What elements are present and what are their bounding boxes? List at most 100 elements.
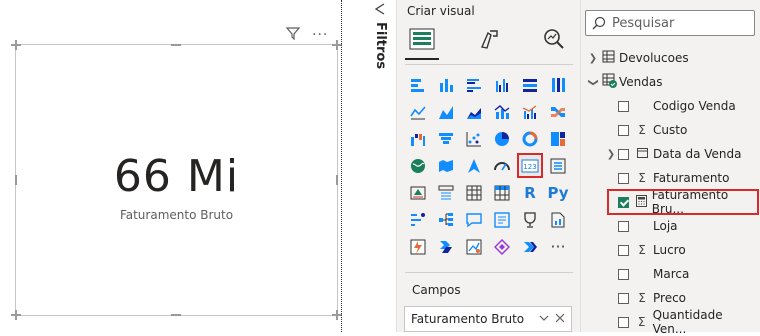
field-row[interactable]: ❯ Data da Venda xyxy=(586,142,758,166)
card-visual[interactable]: 66 Mi Faturamento Bruto xyxy=(11,40,342,320)
field-row[interactable]: Codigo Venda xyxy=(586,94,758,118)
field-checkbox[interactable] xyxy=(618,316,629,328)
search-icon xyxy=(592,16,606,30)
calendar-icon xyxy=(635,147,649,161)
field-checkbox[interactable] xyxy=(618,244,629,256)
funnel-icon[interactable] xyxy=(433,126,459,151)
resize-handle[interactable] xyxy=(15,310,17,320)
resize-handle[interactable] xyxy=(336,310,338,320)
field-row[interactable]: Σ Quantidade Ven... xyxy=(586,308,758,336)
power-automate-icon[interactable] xyxy=(433,234,459,259)
scatter-icon[interactable] xyxy=(461,126,487,151)
format-visual-tab[interactable] xyxy=(473,22,507,56)
table-icon xyxy=(602,50,615,66)
stacked-area-icon[interactable] xyxy=(461,99,487,124)
decomposition-tree-icon[interactable] xyxy=(433,207,459,232)
field-label: Codigo Venda xyxy=(653,99,736,113)
scorecard-icon[interactable] xyxy=(517,207,543,232)
more-visuals-icon[interactable]: ··· xyxy=(545,234,571,259)
sigma-icon: Σ xyxy=(638,171,646,185)
field-checkbox[interactable] xyxy=(618,268,629,280)
clustered-bar-icon[interactable] xyxy=(461,72,487,97)
field-checkbox-checked[interactable] xyxy=(618,196,629,208)
resize-handle[interactable] xyxy=(15,40,17,50)
waterfall-icon[interactable] xyxy=(405,126,431,151)
azure-map-icon[interactable] xyxy=(461,153,487,178)
close-icon[interactable] xyxy=(555,312,565,326)
power-apps-icon[interactable] xyxy=(405,234,431,259)
multi-row-card-icon[interactable] xyxy=(545,153,571,178)
field-checkbox[interactable] xyxy=(618,292,629,304)
python-visual-icon[interactable]: Py xyxy=(545,180,571,205)
map-icon[interactable] xyxy=(405,153,431,178)
line-clustered-icon[interactable] xyxy=(517,99,543,124)
chevron-down-icon[interactable]: ❯ xyxy=(588,75,599,89)
area-chart-icon[interactable] xyxy=(433,99,459,124)
field-row[interactable]: Σ Lucro xyxy=(586,238,758,262)
100-bar-icon[interactable] xyxy=(517,72,543,97)
resize-handle[interactable] xyxy=(336,175,338,185)
kpi-icon[interactable] xyxy=(405,180,431,205)
ribbon-chart-icon[interactable] xyxy=(545,99,571,124)
slicer-icon[interactable] xyxy=(433,180,459,205)
field-label: Marca xyxy=(653,267,690,281)
format-visual-icon xyxy=(481,30,498,49)
treemap-icon[interactable] xyxy=(545,126,571,151)
more-options-icon[interactable]: ··· xyxy=(312,27,328,43)
build-visual-tab[interactable] xyxy=(405,22,439,56)
sigma-icon: Σ xyxy=(638,123,646,137)
chevron-right-icon[interactable]: ❯ xyxy=(586,53,600,64)
matrix-icon[interactable] xyxy=(489,180,515,205)
field-checkbox[interactable] xyxy=(618,148,629,160)
field-row-selected[interactable]: Faturamento Bru... xyxy=(607,188,759,216)
resize-handle[interactable] xyxy=(171,44,181,46)
field-row[interactable]: Σ Custo xyxy=(586,118,758,142)
filled-map-icon[interactable] xyxy=(433,153,459,178)
card-icon[interactable]: 123 xyxy=(517,153,543,178)
field-row[interactable]: Loja xyxy=(586,214,758,238)
qa-icon[interactable] xyxy=(461,207,487,232)
field-row[interactable]: Σ Faturamento xyxy=(586,166,758,190)
diamond-icon[interactable] xyxy=(489,234,515,259)
chevron-right-icon[interactable]: ❯ xyxy=(604,149,618,160)
search-input[interactable]: Pesquisar xyxy=(585,10,755,36)
line-chart-icon[interactable] xyxy=(405,99,431,124)
field-checkbox[interactable] xyxy=(618,124,629,136)
resize-handle[interactable] xyxy=(15,175,17,185)
filter-visual-icon[interactable] xyxy=(285,26,301,43)
calculator-icon xyxy=(635,194,648,210)
field-checkbox[interactable] xyxy=(618,220,629,232)
chevron-down-icon[interactable] xyxy=(539,312,549,326)
campos-field-well[interactable]: Faturamento Bruto xyxy=(404,306,572,332)
resize-handle[interactable] xyxy=(336,40,338,50)
r-visual-icon[interactable]: R xyxy=(517,180,543,205)
gauge-icon[interactable] xyxy=(489,153,515,178)
field-checkbox[interactable] xyxy=(618,100,629,112)
key-influencers-icon[interactable] xyxy=(405,207,431,232)
table-icon[interactable] xyxy=(461,180,487,205)
resize-handle[interactable] xyxy=(171,314,181,316)
field-row[interactable]: Marca xyxy=(586,262,758,286)
clustered-column-icon[interactable] xyxy=(489,72,515,97)
collapse-filters-icon[interactable] xyxy=(374,3,386,19)
analytics-tab[interactable] xyxy=(537,22,571,56)
card-label: Faturamento Bruto xyxy=(119,208,234,222)
pie-icon[interactable] xyxy=(489,126,515,151)
chevron-visual-icon[interactable] xyxy=(517,234,543,259)
line-column-icon[interactable] xyxy=(489,99,515,124)
stacked-column-icon[interactable] xyxy=(433,72,459,97)
sigma-icon: Σ xyxy=(637,315,646,329)
table-row-devolucoes[interactable]: ❯ Devolucoes xyxy=(586,46,758,70)
paginated-icon[interactable] xyxy=(545,207,571,232)
field-checkbox[interactable] xyxy=(618,172,629,184)
campos-field-value: Faturamento Bruto xyxy=(411,312,525,326)
donut-icon[interactable] xyxy=(517,126,543,151)
filters-label[interactable]: Filtros xyxy=(373,22,388,69)
field-row[interactable]: Σ Preco xyxy=(586,286,758,310)
arcgis-icon[interactable] xyxy=(461,234,487,259)
table-row-vendas[interactable]: ❯ Vendas xyxy=(586,70,758,94)
narrative-icon[interactable] xyxy=(489,207,515,232)
stacked-bar-icon[interactable] xyxy=(405,72,431,97)
100-column-icon[interactable] xyxy=(545,72,571,97)
report-canvas[interactable]: ··· 66 Mi Faturamento Bruto xyxy=(0,0,342,332)
